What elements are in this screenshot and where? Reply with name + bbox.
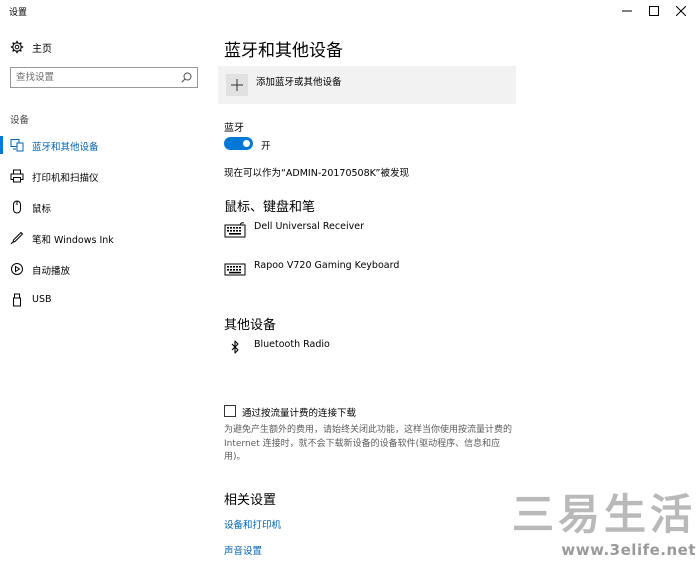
sidebar-item-usb[interactable]: USB: [0, 288, 210, 312]
window-title: 设置: [9, 8, 28, 18]
search-input[interactable]: [11, 68, 171, 87]
sidebar-item-label: 笔和 Windows Ink: [32, 235, 114, 246]
bluetooth-devices-icon: [10, 139, 24, 152]
minimize-icon: [622, 10, 632, 12]
title-bar: 设置: [0, 0, 700, 22]
active-indicator: [0, 136, 3, 154]
watermark: 三易生活 www.3elife.net: [496, 491, 696, 563]
link-sound-settings[interactable]: 声音设置: [224, 543, 262, 557]
page-title: 蓝牙和其他设备: [224, 41, 343, 61]
keyboard-icon: [224, 263, 246, 276]
sidebar-item-printers[interactable]: 打印机和扫描仪: [0, 164, 210, 188]
close-button[interactable]: [668, 0, 694, 22]
bluetooth-label: 蓝牙: [224, 123, 244, 134]
related-settings-heading: 相关设置: [224, 493, 277, 508]
autoplay-icon: [11, 263, 23, 275]
sidebar-item-label: 自动播放: [32, 266, 71, 277]
sidebar-item-label: 打印机和扫描仪: [32, 173, 99, 184]
discoverable-text: 现在可以作为“ADMIN-20170508K”被发现: [224, 168, 409, 179]
printer-icon: [10, 169, 24, 183]
minimize-button[interactable]: [614, 0, 640, 22]
sidebar-item-mouse[interactable]: 鼠标: [0, 195, 210, 219]
maximize-button[interactable]: [641, 0, 667, 22]
search-icon[interactable]: [181, 72, 192, 83]
watermark-logo: 三易生活: [511, 490, 696, 539]
device-dell-receiver[interactable]: Dell Universal Receiver: [224, 220, 504, 242]
sidebar: 主页 设备 蓝牙和其他设备 打印机和扫描仪 鼠标: [0, 22, 210, 565]
home-label: 主页: [32, 44, 52, 55]
device-bluetooth-radio[interactable]: Bluetooth Radio: [224, 338, 504, 360]
sidebar-item-bluetooth[interactable]: 蓝牙和其他设备: [0, 133, 210, 157]
bluetooth-icon: [231, 340, 239, 354]
sidebar-item-autoplay[interactable]: 自动播放: [0, 257, 210, 281]
bluetooth-state: 开: [261, 141, 271, 152]
checkbox-box[interactable]: [224, 405, 236, 417]
sidebar-item-pen[interactable]: 笔和 Windows Ink: [0, 226, 210, 250]
metered-label: 通过按流量计费的连接下载: [242, 408, 357, 419]
pen-icon: [10, 231, 24, 245]
main-content: 蓝牙和其他设备 添加蓝牙或其他设备 蓝牙 开 现在可以作为“ADMIN-2017…: [210, 22, 700, 565]
sidebar-item-label: 鼠标: [32, 204, 52, 215]
keyboard-icon: [224, 222, 246, 238]
maximize-icon: [649, 6, 659, 16]
search-box: [10, 67, 198, 88]
section-label-devices: 设备: [10, 115, 30, 126]
plus-icon: [226, 74, 248, 96]
gear-icon: [10, 40, 24, 54]
close-icon: [676, 6, 686, 16]
watermark-url: www.3elife.net: [561, 541, 696, 559]
metered-download-checkbox[interactable]: 通过按流量计费的连接下载: [224, 404, 524, 420]
sidebar-item-label: USB: [32, 294, 52, 305]
device-rapoo-keyboard[interactable]: Rapoo V720 Gaming Keyboard: [224, 259, 504, 281]
mouse-icon: [13, 200, 21, 214]
link-devices-printers[interactable]: 设备和打印机: [224, 517, 281, 531]
add-device-button[interactable]: 添加蓝牙或其他设备: [218, 66, 516, 104]
bluetooth-toggle[interactable]: [224, 137, 253, 150]
device-name: Dell Universal Receiver: [254, 221, 364, 232]
sidebar-item-home[interactable]: 主页: [0, 36, 210, 58]
toggle-knob: [243, 140, 250, 147]
usb-icon: [13, 293, 21, 307]
metered-description: 为避免产生额外的费用，请始终关闭此功能，这样当你使用按流量计费的 Interne…: [224, 425, 513, 462]
device-name: Rapoo V720 Gaming Keyboard: [254, 260, 400, 271]
mouse-keyboard-pen-heading: 鼠标、键盘和笔: [224, 200, 316, 215]
add-device-label: 添加蓝牙或其他设备: [256, 77, 342, 88]
other-devices-heading: 其他设备: [224, 318, 277, 333]
sidebar-item-label: 蓝牙和其他设备: [32, 142, 99, 153]
device-name: Bluetooth Radio: [254, 339, 330, 350]
